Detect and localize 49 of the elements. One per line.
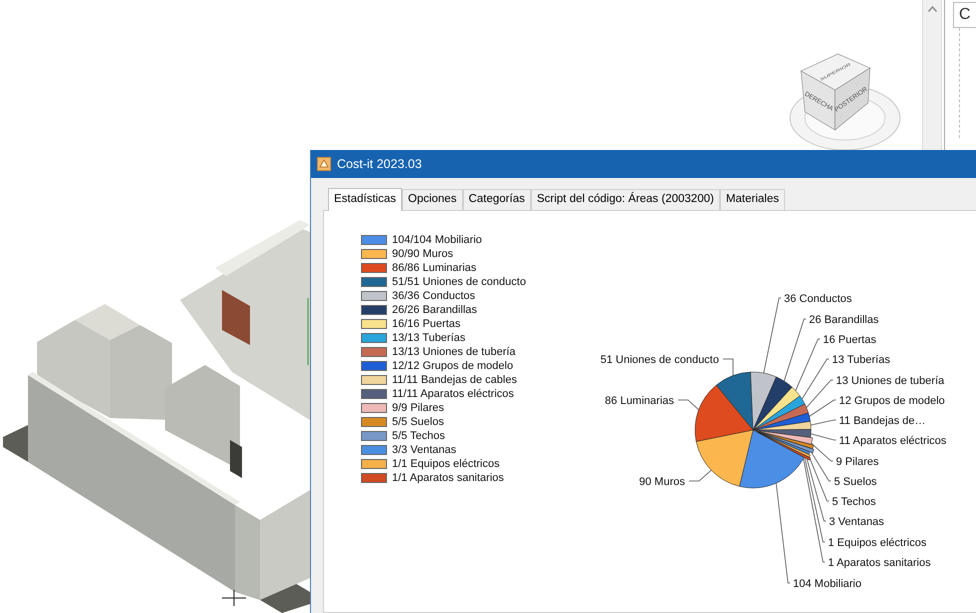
legend-label: 13/13 Uniones de tubería [392, 344, 516, 360]
legend-label: 5/5 Techos [392, 428, 446, 444]
legend-label: 5/5 Suelos [392, 414, 444, 430]
legend-label: 16/16 Puertas [392, 316, 460, 332]
legend-label: 1/1 Aparatos sanitarios [392, 470, 504, 486]
data-label: 104 Mobiliario [793, 578, 862, 590]
legend-label: 3/3 Ventanas [392, 442, 456, 458]
tab[interactable]: Script del código: Áreas (2003200) [530, 189, 720, 210]
scrollbar[interactable] [922, 0, 942, 150]
data-label: 5 Techos [832, 496, 876, 508]
legend-label: 90/90 Muros [392, 246, 454, 262]
data-label: 86 Luminarias [604, 395, 674, 407]
data-label: 11 Bandejas de… [839, 415, 926, 427]
legend-label: 104/104 Mobiliario [392, 232, 482, 248]
legend-label: 1/1 Equipos eléctricos [392, 456, 500, 472]
legend-label: 12/12 Grupos de modelo [392, 358, 514, 374]
tab[interactable]: Estadísticas [328, 188, 402, 211]
leader-line [688, 468, 714, 482]
legend-label: 51/51 Uniones de conducto [392, 274, 526, 290]
legend-label: 86/86 Luminarias [392, 260, 476, 276]
data-label: 90 Muros [639, 476, 685, 488]
tab[interactable]: Opciones [402, 189, 463, 210]
legend-label: 11/11 Aparatos eléctricos [392, 386, 514, 402]
app-icon [317, 157, 331, 171]
legend-label: 13/13 Tuberías [392, 330, 466, 346]
data-label: 9 Pilares [836, 456, 879, 468]
data-label: 13 Tuberías [832, 354, 890, 366]
leader-line [678, 400, 701, 412]
data-label: 12 Grupos de modelo [839, 395, 945, 407]
data-label: 16 Puertas [823, 334, 876, 346]
data-label: 13 Uniones de tubería [836, 375, 944, 387]
window-title: Cost-it 2023.03 [337, 156, 422, 173]
data-label: 5 Suelos [834, 476, 877, 488]
data-label: 1 Aparatos sanitarios [828, 557, 931, 569]
input-field[interactable]: C [953, 2, 976, 28]
leader-line [808, 420, 836, 426]
data-label: 3 Ventanas [829, 516, 884, 528]
tab[interactable]: Materiales [720, 189, 785, 210]
data-label: 1 Equipos eléctricos [828, 537, 926, 549]
legend-label: 26/26 Barandillas [392, 302, 478, 318]
caret-icon [928, 6, 936, 12]
legend-label: 36/36 Conductos [392, 288, 476, 304]
data-label: 51 Uniones de conducto [600, 354, 719, 366]
data-label: 11 Aparatos eléctricos [839, 435, 946, 447]
data-label: 26 Barandillas [809, 314, 879, 326]
data-label: 36 Conductos [784, 293, 852, 305]
legend-label: 9/9 Pilares [392, 400, 444, 416]
tab[interactable]: Categorías [462, 189, 531, 210]
legend-label: 11/11 Bandejas de cables [392, 372, 517, 388]
